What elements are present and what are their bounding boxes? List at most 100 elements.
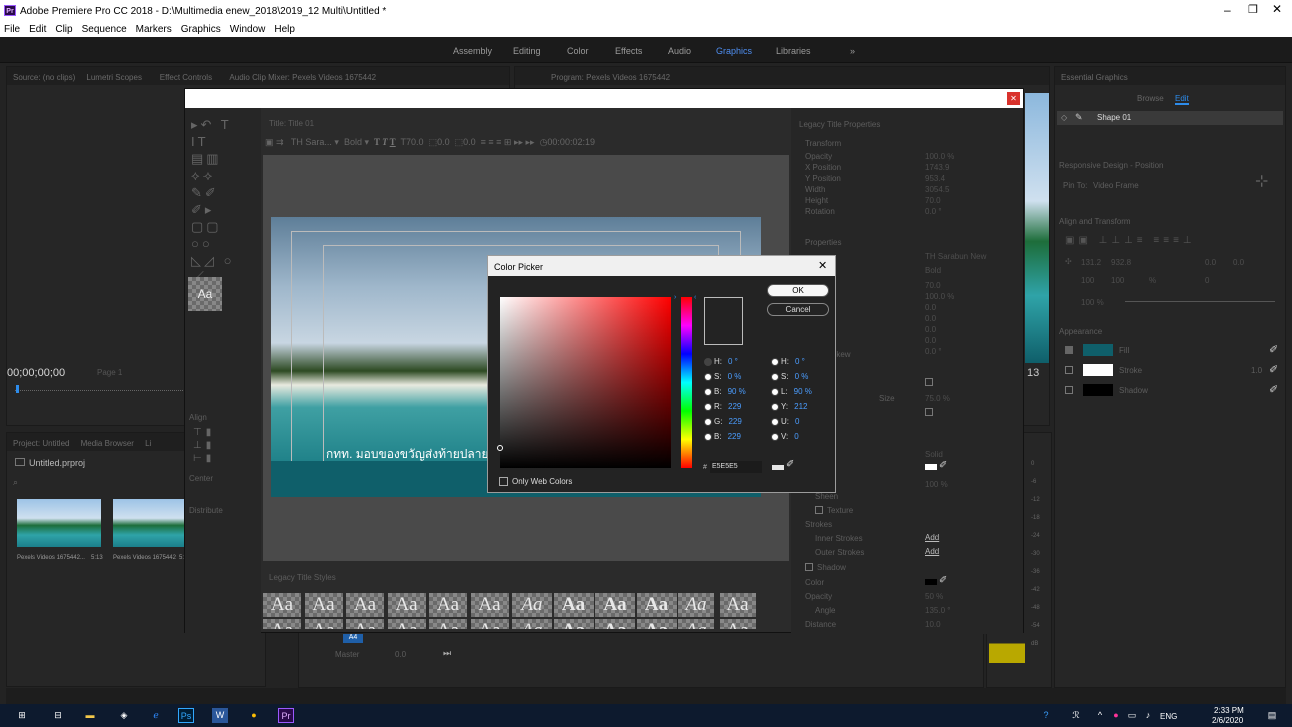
hex-input[interactable]: E5E5E5 (710, 461, 762, 473)
property-value[interactable]: 100.0 % (925, 152, 954, 161)
title-style-swatch[interactable]: Aa (429, 593, 467, 617)
align-icons[interactable]: ▣▣ ⊥⊥⊥≡ ≡≡≡⊥ (1065, 235, 1196, 246)
tray-chevron-icon[interactable]: ^ (1092, 708, 1108, 723)
tab-audio-clip-mixer[interactable]: Audio Clip Mixer: Pexels Videos 1675442 (229, 73, 376, 82)
radio-button[interactable] (704, 432, 712, 441)
color-field-hsb[interactable]: S: 0 % (704, 372, 741, 381)
color-selector-handle[interactable] (497, 445, 503, 451)
property-value[interactable]: 3054.5 (925, 185, 949, 194)
radio-button[interactable] (704, 417, 712, 426)
title-style-swatch[interactable]: Aa (553, 593, 594, 617)
only-web-colors-checkbox[interactable] (499, 477, 508, 486)
menu-sequence[interactable]: Sequence (82, 24, 127, 35)
fill-checkbox[interactable] (1065, 346, 1073, 354)
word-icon[interactable]: W (212, 708, 228, 723)
eyedropper-icon[interactable]: ✐ (1269, 363, 1278, 376)
fill-type-value[interactable]: Solid (925, 450, 943, 459)
angle-value[interactable]: 0 (1205, 276, 1209, 285)
color-field-rgb[interactable]: R: 229 (704, 402, 741, 411)
font-style-value[interactable]: Bold (925, 266, 941, 275)
title-style-swatch[interactable]: Aa (304, 593, 343, 617)
property-value[interactable]: 1743.9 (925, 163, 949, 172)
radio-button[interactable] (771, 402, 779, 411)
radio-button[interactable] (704, 402, 712, 411)
source-ruler[interactable] (15, 387, 185, 391)
color-field-hsb[interactable]: H: 0 ° (704, 357, 738, 366)
shadow-checkbox[interactable] (805, 563, 813, 571)
color-field-hsb[interactable]: B: 90 % (704, 387, 746, 396)
title-style-swatch[interactable]: Aa (263, 619, 301, 629)
radio-button[interactable] (704, 357, 712, 366)
tool-icons[interactable]: ▸↶ T IT ▤▥ ⟡⟢ ✎✐ ✐▸ ▢▢ ○○ ◺◿ ○／ (191, 116, 235, 286)
title-style-swatch[interactable]: Aa (636, 593, 677, 617)
rotation-value-2[interactable]: 0.0 (1233, 258, 1244, 267)
radio-button[interactable] (771, 417, 779, 426)
color-field-yuv[interactable]: Y: 212 (771, 402, 807, 411)
volume-icon[interactable]: ♪ (1140, 708, 1156, 723)
font-select[interactable]: TH Sara... (291, 137, 332, 147)
ok-button[interactable]: OK (767, 284, 829, 297)
tab-program[interactable]: Program: Pexels Videos 1675442 (551, 73, 670, 82)
stroke-swatch[interactable] (1083, 364, 1113, 376)
property-value[interactable]: 70.0 (925, 196, 941, 205)
font-family-value[interactable]: TH Sarabun New (925, 252, 986, 261)
field-value[interactable]: 0 ° (795, 357, 805, 366)
field-value[interactable]: 90 % (728, 387, 746, 396)
property-value[interactable]: 0.0 (925, 335, 954, 346)
paragraph-align-icons[interactable]: ≡ ≡ ≡ ⊞ ▸▸ ▸▸ (481, 137, 535, 147)
tab-libraries[interactable]: Li (145, 439, 151, 448)
title-style-swatch[interactable]: Aa (719, 593, 756, 617)
premiere-taskbar-icon[interactable]: Pr (278, 708, 294, 723)
title-style-swatch[interactable]: Aa (304, 619, 343, 629)
title-style-swatch[interactable]: Aa (387, 619, 426, 629)
field-value[interactable]: 229 (728, 417, 741, 426)
fill-opacity-value[interactable]: 100 % (925, 480, 948, 489)
people-icon[interactable]: ℛ (1068, 708, 1084, 723)
ws-editing[interactable]: Editing (513, 46, 541, 56)
eye-icon[interactable]: ◇ (1061, 113, 1067, 122)
title-style-swatch[interactable]: Aa (678, 619, 714, 629)
color-field-hsl[interactable]: H: 0 ° (771, 357, 805, 366)
ws-graphics[interactable]: Graphics (716, 46, 752, 56)
rotation-value[interactable]: 0.0 (1205, 258, 1216, 267)
tab-lumetri-scopes[interactable]: Lumetri Scopes (86, 73, 142, 82)
page-selector[interactable]: Page 1 (97, 368, 122, 377)
property-value[interactable]: 100.0 % (925, 291, 954, 302)
size-value[interactable]: 75.0 % (925, 394, 950, 403)
fill-swatch[interactable] (1083, 344, 1113, 356)
ws-color[interactable]: Color (567, 46, 589, 56)
color-field-rgb[interactable]: G: 229 (704, 417, 742, 426)
menu-graphics[interactable]: Graphics (181, 24, 221, 35)
add-outer-stroke-link[interactable]: Add (925, 547, 939, 556)
clock-time[interactable]: 2:33 PM (1214, 706, 1244, 715)
tray-app-icon[interactable]: ● (1108, 708, 1124, 723)
radio-button[interactable] (704, 387, 712, 396)
property-checkbox[interactable] (925, 408, 933, 416)
style-select[interactable]: Bold (344, 137, 362, 147)
dialog-close-button[interactable]: ✕ (1007, 92, 1020, 105)
clock-date[interactable]: 2/6/2020 (1212, 716, 1243, 725)
radio-button[interactable] (771, 357, 779, 366)
title-style-swatch[interactable]: Aa (470, 593, 509, 617)
menu-clip[interactable]: Clip (55, 24, 72, 35)
field-value[interactable]: 0 % (728, 372, 742, 381)
scale-h[interactable]: 100 (1111, 276, 1124, 285)
opacity-value[interactable]: 100 % (1081, 298, 1104, 307)
field-value[interactable]: 212 (794, 402, 807, 411)
notifications-icon[interactable]: ▤ (1264, 708, 1280, 723)
pos-x[interactable]: 131.2 (1081, 258, 1101, 267)
color-picker-close-button[interactable]: ✕ (818, 259, 827, 272)
ws-more[interactable]: » (850, 46, 855, 56)
title-style-swatch[interactable]: Aa (429, 619, 467, 629)
pos-y[interactable]: 932.8 (1111, 258, 1131, 267)
cancel-button[interactable]: Cancel (767, 303, 829, 316)
color-field-yuv[interactable]: U: 0 (771, 417, 799, 426)
ws-effects[interactable]: Effects (615, 46, 642, 56)
kerning-value[interactable]: 0.0 (437, 137, 450, 147)
clip-thumbnail[interactable] (17, 499, 101, 547)
maximize-button[interactable]: ❐ (1248, 3, 1258, 16)
windows-start-icon[interactable]: ⊞ (14, 708, 30, 723)
title-style-swatch[interactable]: Aa (346, 619, 384, 629)
radio-button[interactable] (771, 432, 779, 441)
field-value[interactable]: 0 % (795, 372, 809, 381)
